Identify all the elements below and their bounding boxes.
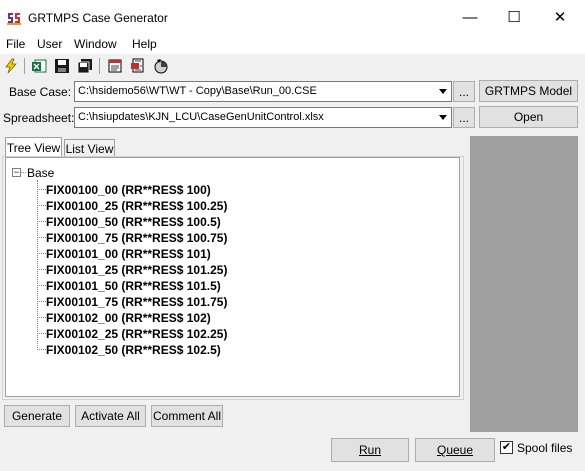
tree-item[interactable]: FIX00101_75 (RR**RES$ 101.75) xyxy=(46,295,227,309)
tree-item[interactable]: FIX00101_25 (RR**RES$ 101.25) xyxy=(46,263,227,277)
tree-item[interactable]: FIX00100_75 (RR**RES$ 100.75) xyxy=(46,231,227,245)
base-case-browse-button[interactable]: ... xyxy=(453,81,475,102)
report-icon[interactable] xyxy=(128,56,148,76)
close-button[interactable]: ✕ xyxy=(537,0,583,34)
tree-root-base[interactable]: Base xyxy=(27,166,54,180)
save-all-icon[interactable] xyxy=(75,56,95,76)
tree-connector xyxy=(37,237,46,238)
tree-connector xyxy=(37,189,46,190)
queue-label: Queue xyxy=(436,443,474,457)
run-button[interactable]: Run xyxy=(331,438,409,462)
tree-item[interactable]: FIX00102_25 (RR**RES$ 102.25) xyxy=(46,327,227,341)
tree-connector xyxy=(37,205,46,206)
tree-connector xyxy=(37,269,46,270)
checkmark-icon: ✔ xyxy=(501,441,512,453)
minimize-button[interactable]: — xyxy=(447,0,493,34)
spreadsheet-value: C:\hsiupdates\KJN_LCU\CaseGenUnitControl… xyxy=(78,111,324,123)
queue-button[interactable]: Queue xyxy=(415,438,495,462)
maximize-icon: ☐ xyxy=(507,9,521,26)
tree-item[interactable]: FIX00101_00 (RR**RES$ 101) xyxy=(46,247,211,261)
tree-connector xyxy=(37,317,46,318)
tree-item[interactable]: FIX00100_00 (RR**RES$ 100) xyxy=(46,183,211,197)
menu-help[interactable]: Help xyxy=(132,37,157,51)
base-case-combo[interactable]: C:\hsidemo56\WT\WT - Copy\Base\Run_00.CS… xyxy=(74,81,452,102)
tree-connector xyxy=(37,333,46,334)
excel-icon[interactable] xyxy=(29,56,49,76)
tree-connector xyxy=(37,285,46,286)
tree-item[interactable]: FIX00100_25 (RR**RES$ 100.25) xyxy=(46,199,227,213)
menu-user[interactable]: User xyxy=(37,37,62,51)
toolbar-separator xyxy=(99,58,100,74)
tree-item[interactable]: FIX00102_50 (RR**RES$ 102.5) xyxy=(46,343,221,357)
spreadsheet-browse-button[interactable]: ... xyxy=(453,107,475,128)
spreadsheet-combo[interactable]: C:\hsiupdates\KJN_LCU\CaseGenUnitControl… xyxy=(74,107,452,128)
tree-item[interactable]: FIX00100_50 (RR**RES$ 100.5) xyxy=(46,215,221,229)
notes-icon[interactable] xyxy=(105,56,125,76)
generate-button[interactable]: Generate xyxy=(4,405,70,427)
save-icon[interactable] xyxy=(52,56,72,76)
open-button[interactable]: Open xyxy=(479,106,578,128)
close-icon: ✕ xyxy=(553,9,567,26)
tree-connector xyxy=(37,301,46,302)
tree-item[interactable]: FIX00102_00 (RR**RES$ 102) xyxy=(46,311,211,325)
run-label: Run xyxy=(358,443,381,457)
tree-connector xyxy=(37,253,46,254)
tab-tree-view[interactable]: Tree View xyxy=(5,137,62,158)
spool-files-checkbox[interactable]: ✔ xyxy=(500,441,513,454)
toolbar-separator xyxy=(24,58,25,74)
comment-all-button[interactable]: Comment All xyxy=(151,405,223,427)
minimize-icon: — xyxy=(462,8,478,26)
spool-files-label: Spool files xyxy=(517,441,573,455)
chevron-down-icon[interactable] xyxy=(435,82,451,101)
side-panel xyxy=(470,136,578,432)
spreadsheet-label: Spreadsheet: xyxy=(3,111,75,125)
lightning-icon[interactable] xyxy=(1,56,21,76)
window-title: GRTMPS Case Generator xyxy=(28,11,168,25)
tree-connector xyxy=(37,349,46,350)
app-logo-icon xyxy=(6,10,22,26)
base-case-value: C:\hsidemo56\WT\WT - Copy\Base\Run_00.CS… xyxy=(78,85,317,97)
activate-all-button[interactable]: Activate All xyxy=(75,405,146,427)
grtmps-model-button[interactable]: GRTMPS Model xyxy=(479,80,578,102)
collapse-icon[interactable]: − xyxy=(12,168,21,177)
tree-connector xyxy=(37,221,46,222)
tree-item[interactable]: FIX00101_50 (RR**RES$ 101.5) xyxy=(46,279,221,293)
menu-window[interactable]: Window xyxy=(74,37,117,51)
maximize-button[interactable]: ☐ xyxy=(491,0,537,34)
menu-file[interactable]: File xyxy=(6,37,25,51)
base-case-label: Base Case: xyxy=(9,85,72,99)
chart-icon[interactable] xyxy=(151,56,171,76)
tree-connector xyxy=(21,172,26,173)
chevron-down-icon[interactable] xyxy=(435,108,451,127)
